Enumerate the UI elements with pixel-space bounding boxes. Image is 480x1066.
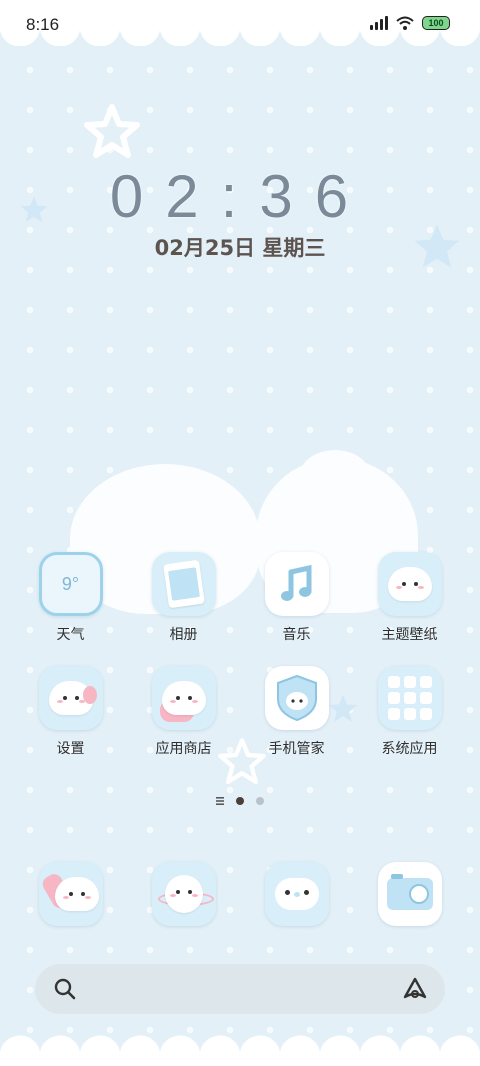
clock-date[interactable]: 02月25日 星期三 [0,232,480,262]
star-decoration-icon [84,104,140,158]
app-label: 相册 [169,627,198,643]
theme-icon[interactable] [377,552,442,616]
app-phone-manager[interactable]: 手机管家 [240,666,353,780]
page-dot-active [236,797,244,805]
app-system-apps[interactable]: 系统应用 [353,666,466,780]
dock-camera[interactable] [353,862,466,932]
page-indicator[interactable] [0,797,480,805]
browser-icon[interactable] [151,862,216,926]
assistant-icon[interactable] [401,976,429,1002]
app-label: 系统应用 [381,741,438,757]
phone-icon[interactable] [38,862,103,926]
phone-manager-icon[interactable] [264,666,329,730]
app-label: 设置 [56,741,85,757]
gallery-icon[interactable] [151,552,216,616]
bottom-scallop-border [0,1030,480,1066]
system-apps-icon[interactable] [377,666,442,730]
app-row: 9° 天气 相册 音乐 主题壁纸 [14,552,466,666]
app-grid: 9° 天气 相册 音乐 主题壁纸 设置 应用商店 手机管家 系统应用 [14,552,466,780]
seal-character [387,567,432,601]
wifi-icon [396,16,414,30]
dock-messages[interactable] [240,862,353,932]
status-bar: 8:16 100 [0,0,480,50]
seal-character [164,875,203,913]
seal-character [54,877,99,911]
app-settings[interactable]: 设置 [14,666,127,780]
dock [14,862,466,932]
search-bar[interactable] [35,964,445,1014]
camera-icon[interactable] [377,862,442,926]
signal-icon [370,16,388,30]
page-dot [256,797,264,805]
search-icon[interactable] [53,977,77,1001]
app-theme[interactable]: 主题壁纸 [353,552,466,666]
music-icon[interactable] [264,552,329,616]
dock-browser[interactable] [127,862,240,932]
weather-icon[interactable]: 9° [38,552,103,616]
messages-icon[interactable] [264,862,329,926]
app-music[interactable]: 音乐 [240,552,353,666]
app-store[interactable]: 应用商店 [127,666,240,780]
menu-lines-icon [216,797,224,805]
app-weather[interactable]: 9° 天气 [14,552,127,666]
app-label: 天气 [56,627,85,643]
app-row: 设置 应用商店 手机管家 系统应用 [14,666,466,780]
app-label: 音乐 [282,627,311,643]
clock-time[interactable]: 02:36 [0,162,480,231]
seal-character [161,681,206,715]
app-store-icon[interactable] [151,666,216,730]
dock-phone[interactable] [14,862,127,932]
status-time: 8:16 [26,15,60,34]
settings-icon[interactable] [38,666,103,730]
app-label: 应用商店 [155,741,212,757]
app-gallery[interactable]: 相册 [127,552,240,666]
status-icons: 100 [370,16,450,30]
battery-icon: 100 [422,16,450,30]
app-label: 主题壁纸 [381,627,438,643]
weather-temp: 9° [61,573,80,594]
app-label: 手机管家 [268,741,325,757]
